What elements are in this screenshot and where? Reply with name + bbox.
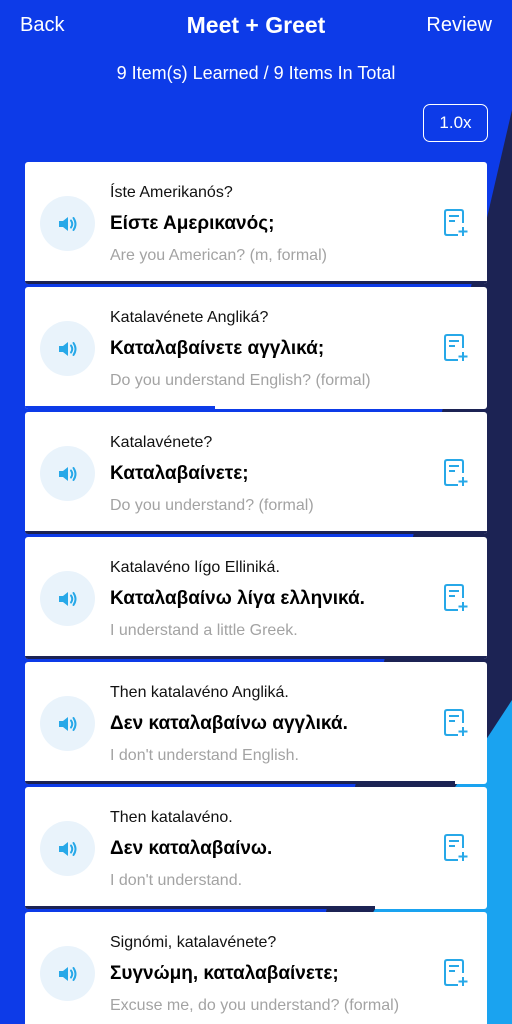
english-translation: I don't understand English. [110,747,299,764]
phrase-card: Katalavéno lígo Elliniká. Καταλαβαίνω λί… [25,537,487,659]
header-bar: Back Meet + Greet Review [0,0,512,56]
phrase-card: Then katalavéno. Δεν καταλαβαίνω. I don'… [25,787,487,909]
speaker-icon [58,341,76,356]
card-progress-bar [25,781,455,784]
add-note-button[interactable] [443,958,469,988]
transliteration-text: Signómi, katalavénete? [110,934,277,951]
english-translation: Do you understand English? (formal) [110,372,371,389]
add-note-icon [444,459,468,486]
speaker-icon [58,591,76,606]
speaker-icon [58,841,76,856]
transliteration-text: Katalavéno lígo Elliniká. [110,559,280,576]
add-note-icon [444,834,468,861]
speaker-icon [58,466,76,481]
play-audio-button[interactable] [40,821,95,876]
phrase-card: Katalavénete? Καταλαβαίνετε; Do you unde… [25,412,487,534]
playback-speed-button[interactable]: 1.0x [423,104,488,142]
english-translation: I understand a little Greek. [110,622,298,639]
phrase-list: Íste Amerikanós? Είστε Αμερικανός; Are y… [25,162,487,1024]
phrase-card: Katalavénete Angliká? Καταλαβαίνετε αγγλ… [25,287,487,409]
add-note-icon [444,584,468,611]
greek-phrase: Δεν καταλαβαίνω. [110,838,273,859]
transliteration-text: Íste Amerikanós? [110,184,233,201]
back-button[interactable]: Back [20,14,64,37]
add-note-button[interactable] [443,458,469,488]
greek-phrase: Είστε Αμερικανός; [110,213,275,234]
greek-phrase: Καταλαβαίνω λίγα ελληνικά. [110,588,365,609]
add-note-button[interactable] [443,208,469,238]
transliteration-text: Then katalavéno. [110,809,233,826]
card-progress-bar [25,406,215,409]
transliteration-text: Then katalavéno Angliká. [110,684,289,701]
add-note-button[interactable] [443,583,469,613]
add-note-icon [444,209,468,236]
english-translation: I don't understand. [110,872,243,889]
greek-phrase: Δεν καταλαβαίνω αγγλικά. [110,713,348,734]
add-note-button[interactable] [443,333,469,363]
speaker-icon [58,216,76,231]
transliteration-text: Katalavénete? [110,434,213,451]
english-translation: Excuse me, do you understand? (formal) [110,997,400,1014]
phrase-card: Then katalavéno Angliká. Δεν καταλαβαίνω… [25,662,487,784]
add-note-icon [444,709,468,736]
play-audio-button[interactable] [40,321,95,376]
card-progress-bar [25,281,487,284]
card-progress-bar [25,656,487,659]
speaker-icon [58,966,76,981]
greek-phrase: Συγνώμη, καταλαβαίνετε; [110,963,339,984]
greek-phrase: Καταλαβαίνετε; [110,463,249,484]
play-audio-button[interactable] [40,946,95,1001]
transliteration-text: Katalavénete Angliká? [110,309,269,326]
progress-summary: 9 Item(s) Learned / 9 Items In Total [116,63,396,83]
play-audio-button[interactable] [40,571,95,626]
english-translation: Are you American? (m, formal) [110,247,327,264]
play-audio-button[interactable] [40,196,95,251]
card-progress-bar [25,906,375,909]
speaker-icon [58,716,76,731]
card-progress-bar [25,531,487,534]
english-translation: Do you understand? (formal) [110,497,314,514]
add-note-icon [444,959,468,986]
review-button[interactable]: Review [426,14,492,37]
add-note-icon [444,334,468,361]
phrase-card: Íste Amerikanós? Είστε Αμερικανός; Are y… [25,162,487,284]
add-note-button[interactable] [443,833,469,863]
phrase-card: Signómi, katalavénete? Συγνώμη, καταλαβα… [25,912,487,1024]
add-note-button[interactable] [443,708,469,738]
play-audio-button[interactable] [40,696,95,751]
greek-phrase: Καταλαβαίνετε αγγλικά; [110,338,325,359]
play-audio-button[interactable] [40,446,95,501]
